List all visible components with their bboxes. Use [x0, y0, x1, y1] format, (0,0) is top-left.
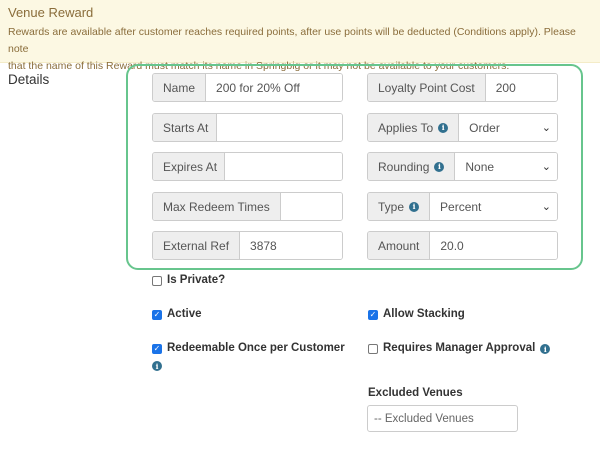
loyalty-point-cost-field[interactable]: Loyalty Point Cost 200: [367, 73, 558, 102]
max-redeem-times-field[interactable]: Max Redeem Times: [152, 192, 343, 221]
info-icon[interactable]: i: [434, 161, 445, 172]
rounding-field[interactable]: Rounding i None ⌄: [367, 152, 558, 181]
info-icon[interactable]: i: [438, 122, 449, 133]
requires-manager-approval-checkbox[interactable]: Requires Manager Approval i: [368, 342, 551, 354]
external-ref-label: External Ref: [153, 232, 241, 259]
type-select[interactable]: Percent ⌄: [430, 193, 557, 220]
info-icon[interactable]: i: [409, 201, 420, 212]
info-icon[interactable]: i: [540, 344, 551, 354]
expires-at-label: Expires At: [153, 153, 225, 180]
expires-at-input[interactable]: [225, 153, 342, 180]
excluded-venues-label: Excluded Venues: [368, 387, 463, 399]
name-label: Name: [153, 74, 207, 101]
type-value: Percent: [440, 199, 482, 214]
external-ref-field[interactable]: External Ref 3878: [152, 231, 343, 260]
applies-to-addon: Applies To i: [368, 114, 460, 141]
type-addon: Type i: [368, 193, 431, 220]
name-input[interactable]: 200 for 20% Off: [206, 74, 342, 101]
loyalty-point-cost-input[interactable]: 200: [485, 74, 557, 101]
applies-to-label: Applies To: [378, 120, 434, 135]
requires-manager-approval-label: Requires Manager Approval: [383, 342, 536, 354]
type-label: Type: [378, 199, 405, 214]
starts-at-label: Starts At: [153, 114, 217, 141]
check-icon[interactable]: ✓: [152, 310, 162, 320]
active-label: Active: [167, 308, 202, 320]
rounding-label: Rounding: [378, 159, 430, 174]
amount-field[interactable]: Amount 20.0: [367, 231, 558, 260]
allow-stacking-label: Allow Stacking: [383, 308, 465, 320]
external-ref-input[interactable]: 3878: [240, 232, 342, 259]
max-redeem-times-label: Max Redeem Times: [153, 193, 281, 220]
checkbox-box[interactable]: [152, 276, 162, 286]
check-icon[interactable]: ✓: [152, 344, 162, 354]
rounding-value: None: [465, 159, 495, 174]
max-redeem-times-input[interactable]: [280, 193, 342, 220]
starts-at-input[interactable]: [217, 114, 342, 141]
amount-label: Amount: [368, 232, 431, 259]
checkbox-box[interactable]: [368, 344, 378, 354]
redeemable-once-label: Redeemable Once per Customer: [167, 342, 345, 354]
rounding-select[interactable]: None ⌄: [455, 153, 557, 180]
applies-to-field[interactable]: Applies To i Order ⌄: [367, 113, 558, 142]
rounding-addon: Rounding i: [368, 153, 456, 180]
starts-at-field[interactable]: Starts At: [152, 113, 343, 142]
applies-to-value: Order: [469, 120, 500, 135]
applies-to-select[interactable]: Order ⌄: [459, 114, 557, 141]
name-field[interactable]: Name 200 for 20% Off: [152, 73, 343, 102]
check-icon[interactable]: ✓: [368, 310, 378, 320]
type-field[interactable]: Type i Percent ⌄: [367, 192, 558, 221]
expires-at-field[interactable]: Expires At: [152, 152, 343, 181]
banner-title: Venue Reward: [8, 5, 94, 20]
excluded-venues-input[interactable]: -- Excluded Venues: [367, 405, 518, 432]
redeemable-once-checkbox[interactable]: ✓ Redeemable Once per Customer: [152, 342, 345, 354]
is-private-checkbox[interactable]: Is Private?: [152, 274, 225, 286]
banner-text-line-1: Rewards are available after customer rea…: [8, 26, 576, 55]
is-private-label: Is Private?: [167, 274, 226, 286]
chevron-down-icon: ⌄: [541, 161, 551, 173]
amount-input[interactable]: 20.0: [430, 232, 557, 259]
chevron-down-icon: ⌄: [541, 201, 551, 213]
details-label: Details: [8, 72, 50, 87]
info-icon[interactable]: i: [152, 361, 162, 371]
active-checkbox[interactable]: ✓ Active: [152, 308, 202, 320]
loyalty-point-cost-label: Loyalty Point Cost: [368, 74, 486, 101]
chevron-down-icon: ⌄: [541, 122, 551, 134]
allow-stacking-checkbox[interactable]: ✓ Allow Stacking: [368, 308, 465, 320]
venue-reward-banner: Venue Reward Rewards are available after…: [0, 0, 600, 72]
